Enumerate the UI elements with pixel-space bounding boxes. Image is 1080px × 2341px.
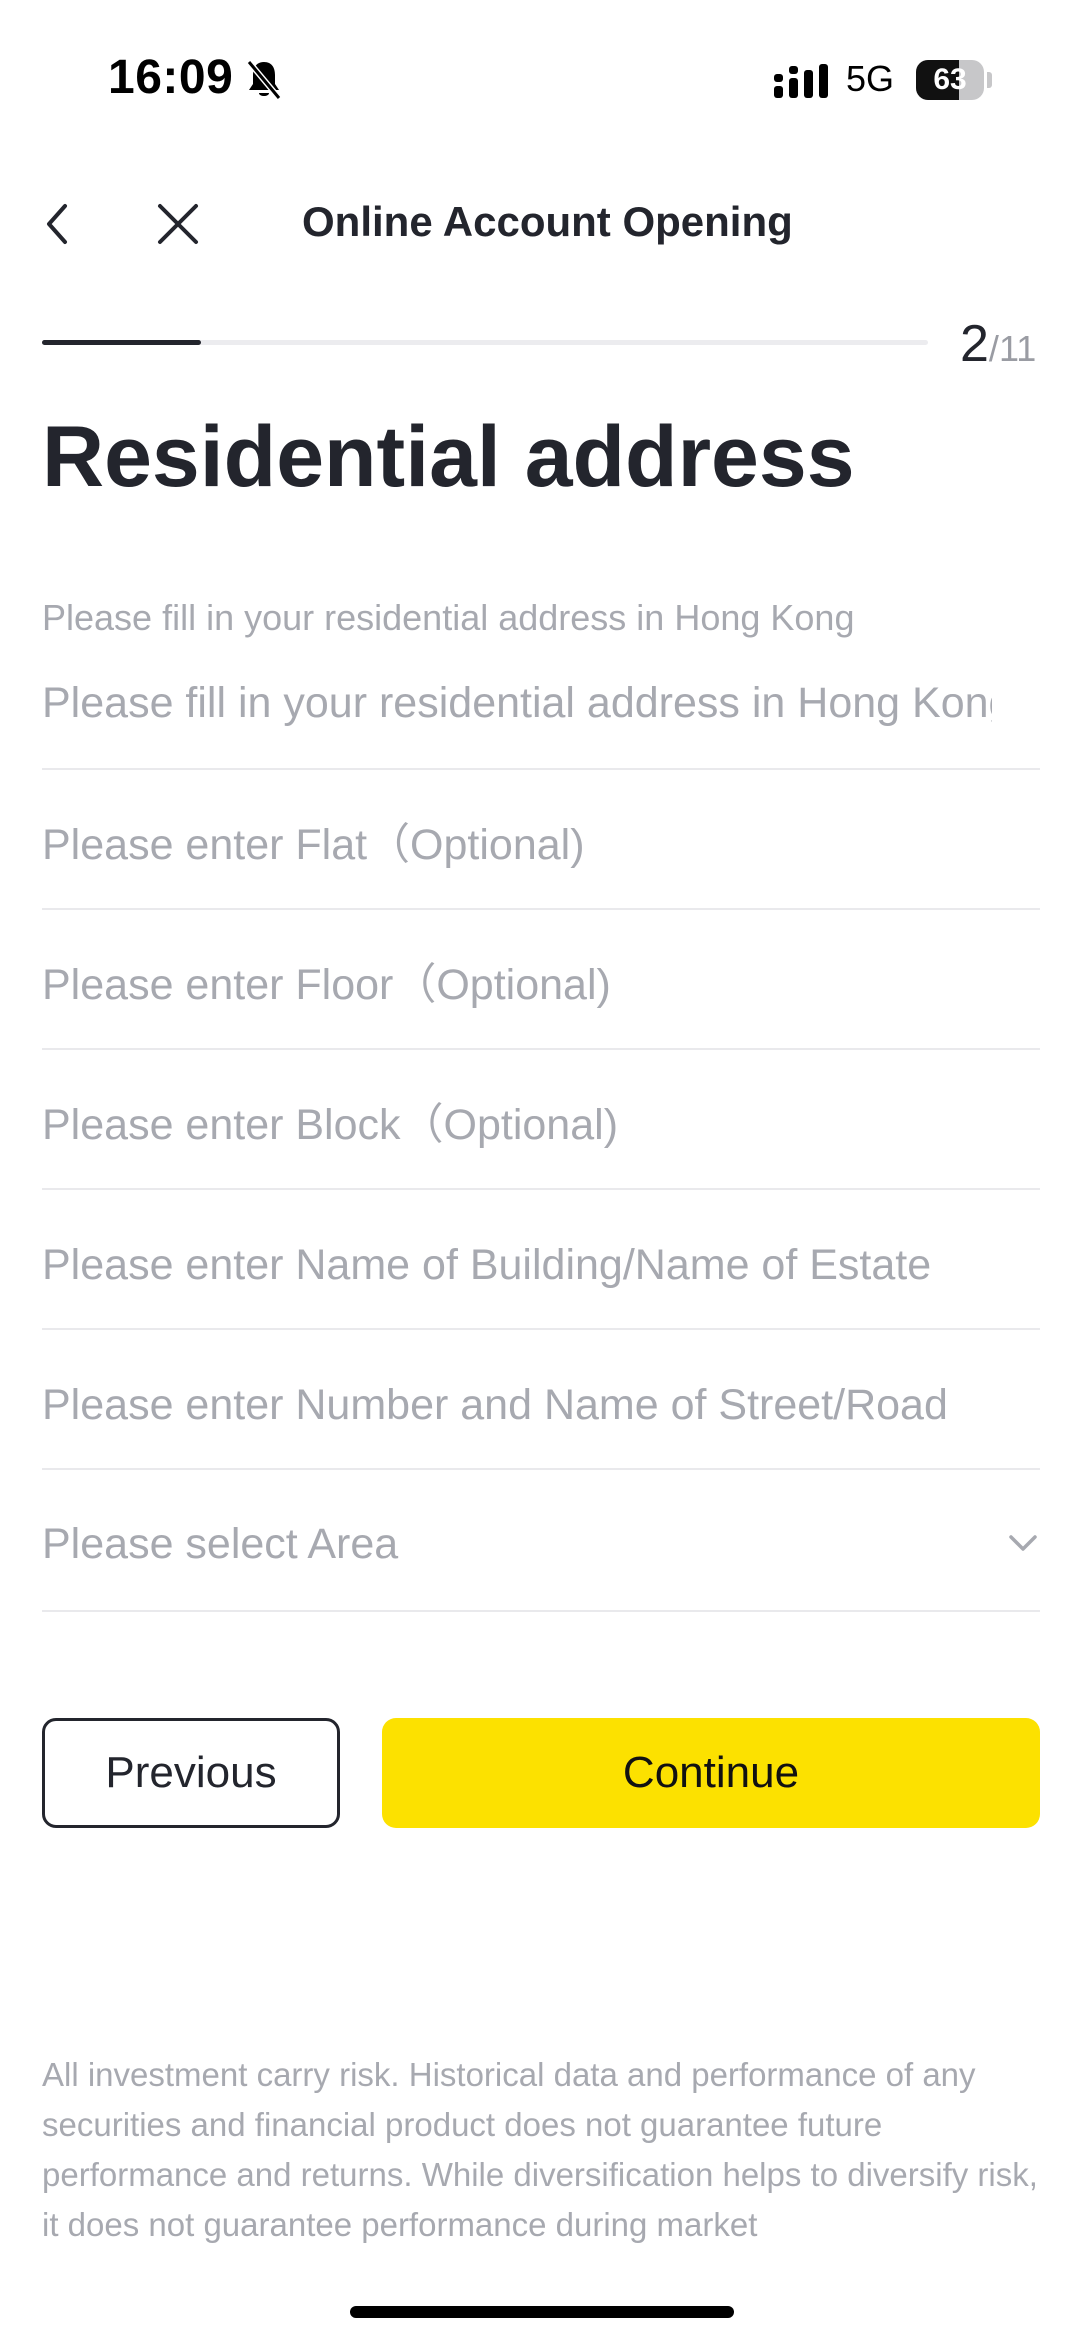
page-title: Residential address	[42, 409, 855, 505]
home-indicator[interactable]	[350, 2306, 734, 2318]
previous-button[interactable]: Previous	[42, 1718, 340, 1828]
area-select-placeholder: Please select Area	[42, 1520, 399, 1568]
continue-button[interactable]: Continue	[382, 1718, 1040, 1828]
progress-separator: /	[988, 328, 999, 369]
progress-current: 2	[960, 315, 989, 373]
street-field	[42, 1330, 1040, 1470]
close-button[interactable]	[150, 196, 206, 252]
chevron-left-icon	[47, 204, 67, 244]
close-icon	[158, 204, 198, 244]
area-select[interactable]: Please select Area	[42, 1472, 1040, 1612]
progress-counter: 2/11	[960, 314, 1036, 374]
chevron-down-icon	[1009, 1535, 1037, 1551]
status-time: 16:09	[108, 51, 234, 104]
battery-icon: 63	[916, 60, 984, 100]
bell-off-icon	[246, 60, 282, 100]
block-input[interactable]	[42, 1101, 992, 1150]
battery-nub	[987, 72, 992, 88]
building-input[interactable]	[42, 1241, 992, 1290]
block-field	[42, 1050, 1040, 1190]
street-input[interactable]	[42, 1381, 992, 1430]
nav-title: Online Account Opening	[302, 198, 793, 245]
network-type: 5G	[846, 58, 895, 99]
progress-bar	[42, 340, 928, 345]
address-field	[42, 632, 1040, 770]
progress-total: 11	[998, 328, 1037, 369]
flat-input[interactable]	[42, 821, 992, 870]
status-bar: 16:09 5G 63	[0, 0, 1080, 160]
risk-disclaimer: All investment carry risk. Historical da…	[42, 2056, 1038, 2243]
flat-field	[42, 770, 1040, 910]
signal-icon	[774, 64, 828, 98]
back-button[interactable]	[30, 196, 86, 252]
progress-fill	[42, 340, 202, 345]
floor-field	[42, 910, 1040, 1050]
building-field	[42, 1190, 1040, 1330]
battery-percentage: 63	[933, 63, 967, 96]
address-input[interactable]	[42, 679, 992, 728]
floor-input[interactable]	[42, 961, 992, 1010]
